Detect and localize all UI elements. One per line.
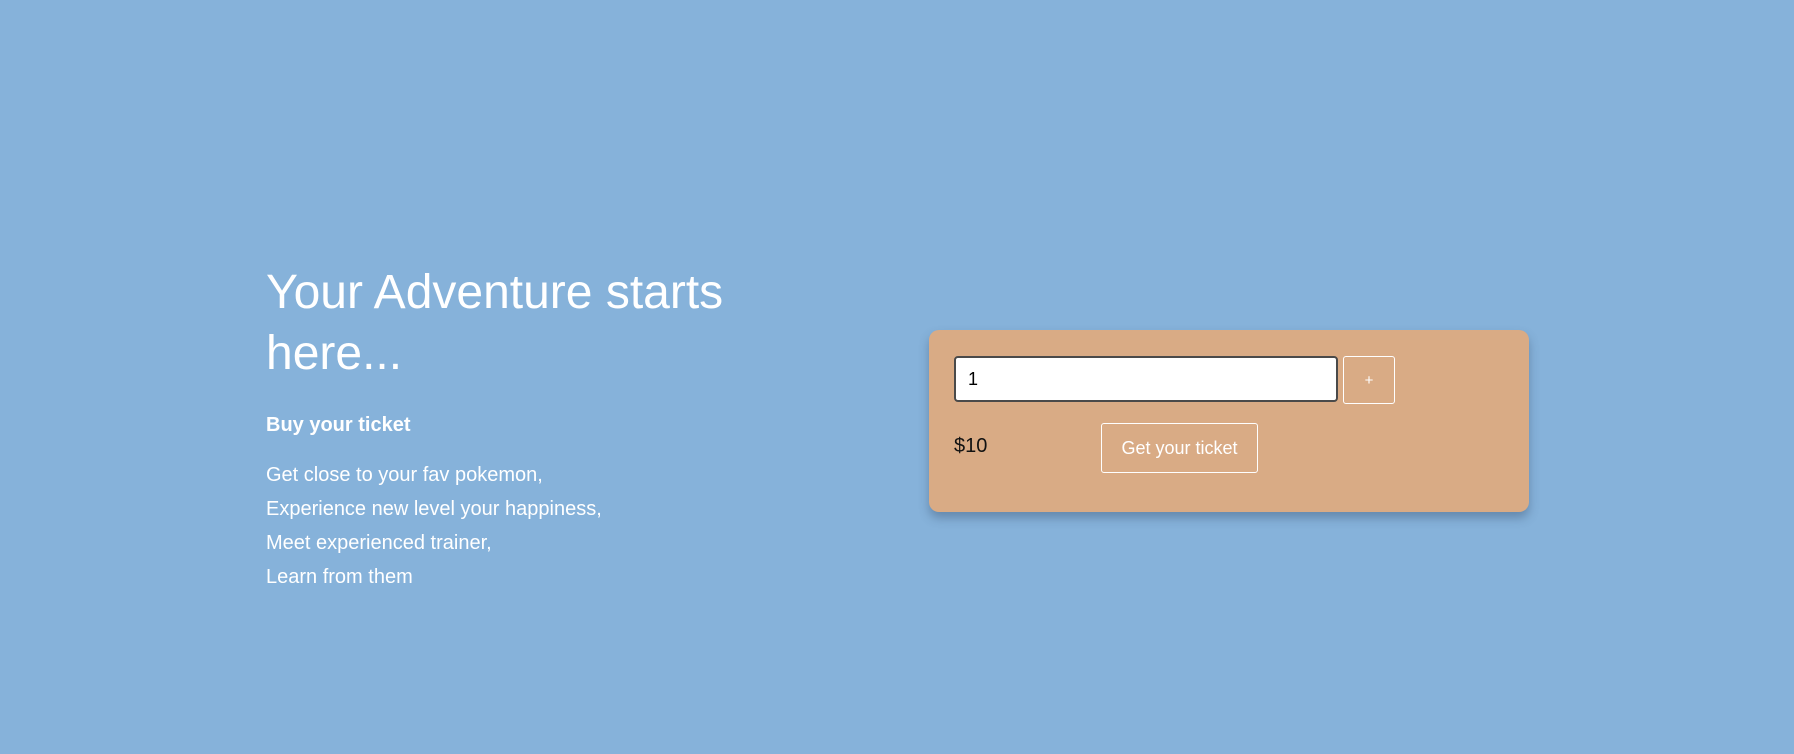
feature-item: Experience new level your happiness, bbox=[266, 498, 602, 520]
feature-item: Get close to your fav pokemon, bbox=[266, 464, 543, 486]
feature-item: Meet experienced trainer, bbox=[266, 532, 492, 554]
ticket-card: + $10 Get your ticket bbox=[929, 330, 1529, 512]
hero-subtitle: Buy your ticket bbox=[266, 414, 411, 436]
hero-title: Your Adventure starts here... bbox=[266, 262, 826, 384]
price-label: $10 bbox=[954, 435, 988, 457]
hero-section: Your Adventure starts here... Buy your ti… bbox=[266, 262, 826, 594]
get-ticket-button[interactable]: Get your ticket bbox=[1101, 423, 1258, 473]
hero-title-line-1: Your Adventure starts bbox=[266, 266, 724, 319]
feature-item: Learn from them bbox=[266, 566, 413, 588]
feature-list: Get close to your fav pokemon, Experienc… bbox=[266, 458, 826, 594]
increment-button[interactable]: + bbox=[1343, 356, 1395, 404]
hero-title-line-2: here... bbox=[266, 327, 403, 380]
quantity-input[interactable] bbox=[954, 356, 1338, 402]
page: Your Adventure starts here... Buy your ti… bbox=[0, 0, 1794, 754]
